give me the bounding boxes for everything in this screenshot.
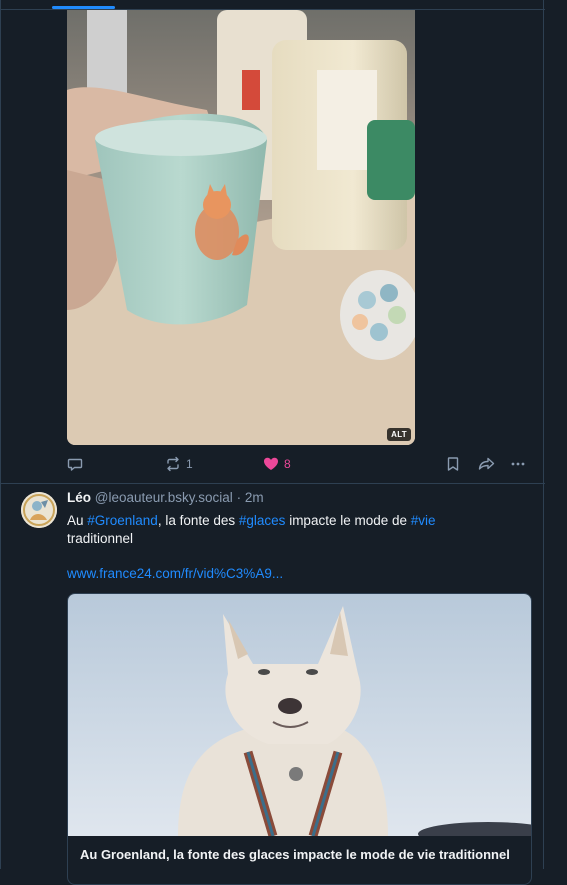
author-handle[interactable]: @leoauteur.bsky.social: [95, 490, 233, 505]
like-count: 8: [284, 457, 291, 471]
text-segment: traditionnel: [67, 531, 134, 546]
like-button[interactable]: 8: [263, 454, 291, 474]
more-options-button[interactable]: [510, 454, 526, 474]
avatar[interactable]: [21, 492, 57, 528]
post-image[interactable]: ALT: [67, 10, 415, 445]
repost-count: 1: [186, 457, 193, 471]
feed-column: ALT 1 8 Léo @leoauteur.bsky.social · 2m …: [0, 0, 545, 885]
post-actions: 1 8: [67, 454, 529, 474]
link-preview-title[interactable]: Au Groenland, la fonte des glaces impact…: [80, 846, 520, 864]
repost-button[interactable]: 1: [165, 454, 193, 474]
reply-icon: [67, 458, 83, 471]
text-segment: Au: [67, 513, 88, 528]
post-header: Léo @leoauteur.bsky.social · 2m: [67, 490, 264, 505]
share-icon: [478, 457, 495, 470]
post-text: Au #Groenland, la fonte des #glaces impa…: [67, 512, 507, 548]
post-timestamp[interactable]: · 2m: [237, 490, 264, 505]
text-segment: impacte le mode de: [285, 513, 411, 528]
post-divider: [1, 483, 545, 484]
text-segment: , la fonte des: [157, 513, 239, 528]
bookmark-icon: [447, 457, 459, 471]
author-name[interactable]: Léo: [67, 490, 91, 505]
reply-button[interactable]: [67, 454, 88, 474]
hashtag-link[interactable]: #Groenland: [87, 513, 158, 528]
bookmark-button[interactable]: [445, 454, 461, 474]
link-preview-card[interactable]: Au Groenland, la fonte des glaces impact…: [67, 593, 532, 885]
link-preview-image: [68, 594, 531, 836]
repost-icon: [167, 456, 179, 472]
hashtag-link[interactable]: #glaces: [239, 513, 286, 528]
share-button[interactable]: [478, 454, 496, 474]
hashtag-link[interactable]: #vie: [411, 513, 436, 528]
ellipsis-icon: [511, 462, 525, 466]
external-link[interactable]: www.france24.com/fr/vid%C3%A9...: [67, 566, 283, 581]
alt-text-badge[interactable]: ALT: [387, 428, 411, 441]
heart-icon: [264, 457, 278, 470]
